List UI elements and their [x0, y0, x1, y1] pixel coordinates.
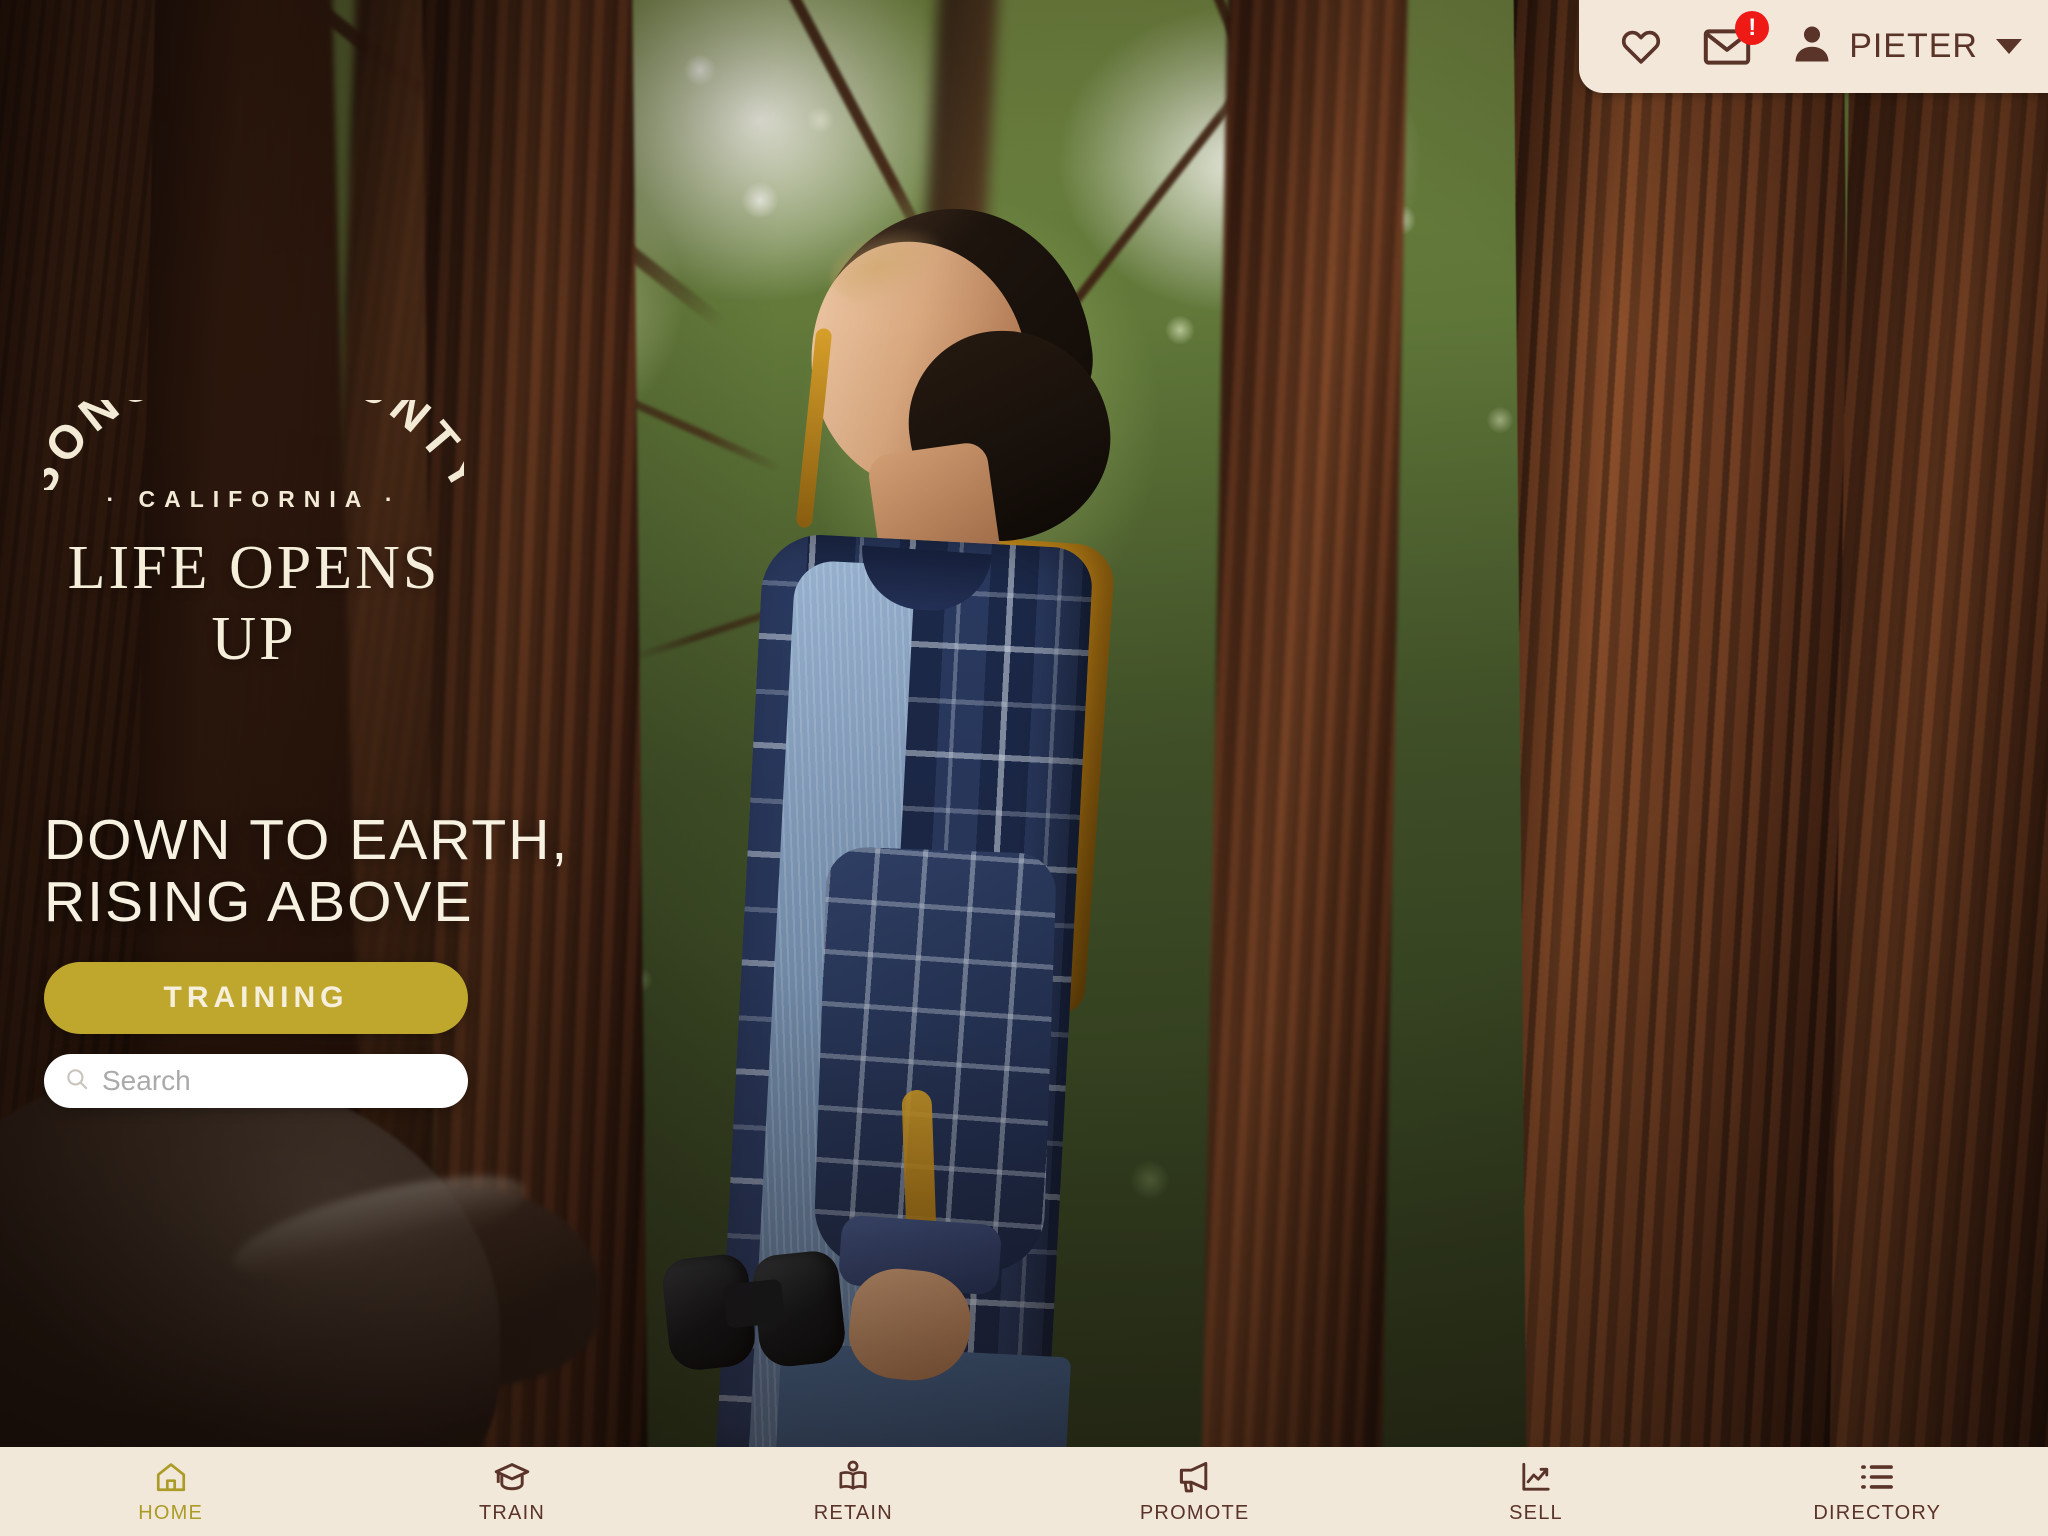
- training-button[interactable]: TRAINING: [44, 962, 468, 1034]
- user-name-label: PIETER: [1849, 27, 1978, 65]
- nav-label-train: TRAIN: [478, 1501, 545, 1524]
- user-menu[interactable]: PIETER: [1791, 23, 2022, 70]
- home-icon: [153, 1459, 189, 1495]
- nav-item-promote[interactable]: PROMOTE: [1024, 1447, 1365, 1536]
- logo-subtitle: · CALIFORNIA ·: [106, 486, 402, 512]
- app-root: SONOMA COUNTY · CALIFORNIA · LIFE OPENS …: [0, 0, 2048, 1536]
- hero-headline: DOWN TO EARTH, RISING ABOVE: [44, 808, 570, 934]
- nav-label-promote: PROMOTE: [1139, 1501, 1250, 1524]
- binocular-bridge: [723, 1278, 786, 1329]
- logo-arc-text: SONOMA COUNTY: [44, 400, 464, 490]
- logo-arc-label: SONOMA COUNTY: [44, 400, 464, 490]
- nav-label-sell: SELL: [1509, 1501, 1563, 1524]
- nav-item-sell[interactable]: SELL: [1365, 1447, 1706, 1536]
- hero-section: SONOMA COUNTY · CALIFORNIA · LIFE OPENS …: [0, 0, 2048, 1447]
- search-icon: [64, 1066, 90, 1097]
- nav-item-retain[interactable]: RETAIN: [683, 1447, 1024, 1536]
- bottom-navigation: HOME TRAIN RETAIN PROMOTE SELL DIRECTORY: [0, 1447, 2048, 1536]
- megaphone-icon: [1176, 1459, 1214, 1495]
- account-bar: ! PIETER: [1579, 0, 2048, 93]
- hiker-figure: [660, 189, 1320, 1447]
- redwood-trunk: [1829, 0, 2048, 1447]
- search-input[interactable]: [102, 1065, 463, 1097]
- nav-label-retain: RETAIN: [813, 1501, 893, 1524]
- binoculars: [654, 1239, 885, 1381]
- sonoma-county-logo: SONOMA COUNTY · CALIFORNIA · LIFE OPENS …: [44, 400, 464, 675]
- backpack-strap: [901, 1089, 937, 1241]
- search-bar[interactable]: [44, 1054, 468, 1108]
- graduation-cap-icon: [493, 1459, 531, 1495]
- nav-item-home[interactable]: HOME: [0, 1447, 341, 1536]
- list-bullet-icon: [1859, 1459, 1895, 1495]
- person-reading-book-icon: [835, 1459, 871, 1495]
- hero-background-photo: [0, 0, 2048, 1447]
- nav-item-train[interactable]: TRAIN: [341, 1447, 682, 1536]
- redwood-trunk: [1513, 0, 1857, 1447]
- nav-label-home: HOME: [138, 1501, 204, 1524]
- chart-trend-up-icon: [1518, 1459, 1554, 1495]
- notification-badge: !: [1735, 10, 1770, 45]
- envelope-icon[interactable]: !: [1703, 10, 1770, 67]
- nav-label-directory: DIRECTORY: [1813, 1501, 1942, 1524]
- person-icon: [1791, 23, 1833, 70]
- heart-icon[interactable]: [1619, 26, 1663, 68]
- nav-item-directory[interactable]: DIRECTORY: [1707, 1447, 2048, 1536]
- chevron-down-icon: [1996, 39, 2022, 54]
- logo-tagline: LIFE OPENS UP: [67, 534, 441, 673]
